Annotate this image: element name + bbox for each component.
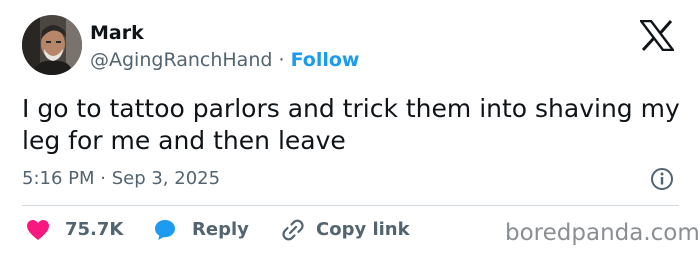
x-logo-icon[interactable] (638, 19, 676, 52)
meta-separator: · (278, 49, 285, 71)
follow-button[interactable]: Follow (291, 49, 360, 71)
tweet-timestamp[interactable]: 5:16 PM · Sep 3, 2025 (22, 167, 220, 191)
copy-link-button[interactable]: Copy link (281, 216, 410, 244)
author-handle[interactable]: @AgingRanchHand (90, 49, 272, 71)
heart-icon (27, 220, 49, 240)
profile-photo (22, 15, 82, 75)
speech-bubble-icon (155, 220, 175, 240)
copy-link-label: Copy link (316, 219, 410, 240)
info-icon[interactable] (650, 167, 674, 191)
tweet-text: I go to tattoo parlors and trick them in… (22, 94, 680, 155)
source-watermark: boredpanda.com (505, 220, 700, 246)
info-glyph (651, 168, 673, 190)
like-button[interactable]: 75.7K (26, 216, 123, 244)
author-name[interactable]: Mark (90, 20, 144, 46)
reply-label: Reply (192, 219, 249, 240)
divider (22, 205, 679, 206)
reply-button[interactable]: Reply (153, 216, 249, 244)
author-meta: @AgingRanchHand · Follow (90, 47, 359, 73)
tweet-card: Mark @AgingRanchHand · Follow I go to ta… (0, 0, 700, 256)
x-logo-glyph (638, 19, 676, 52)
like-count: 75.7K (65, 219, 124, 240)
link-icon (282, 219, 304, 241)
author-avatar[interactable] (22, 15, 82, 75)
